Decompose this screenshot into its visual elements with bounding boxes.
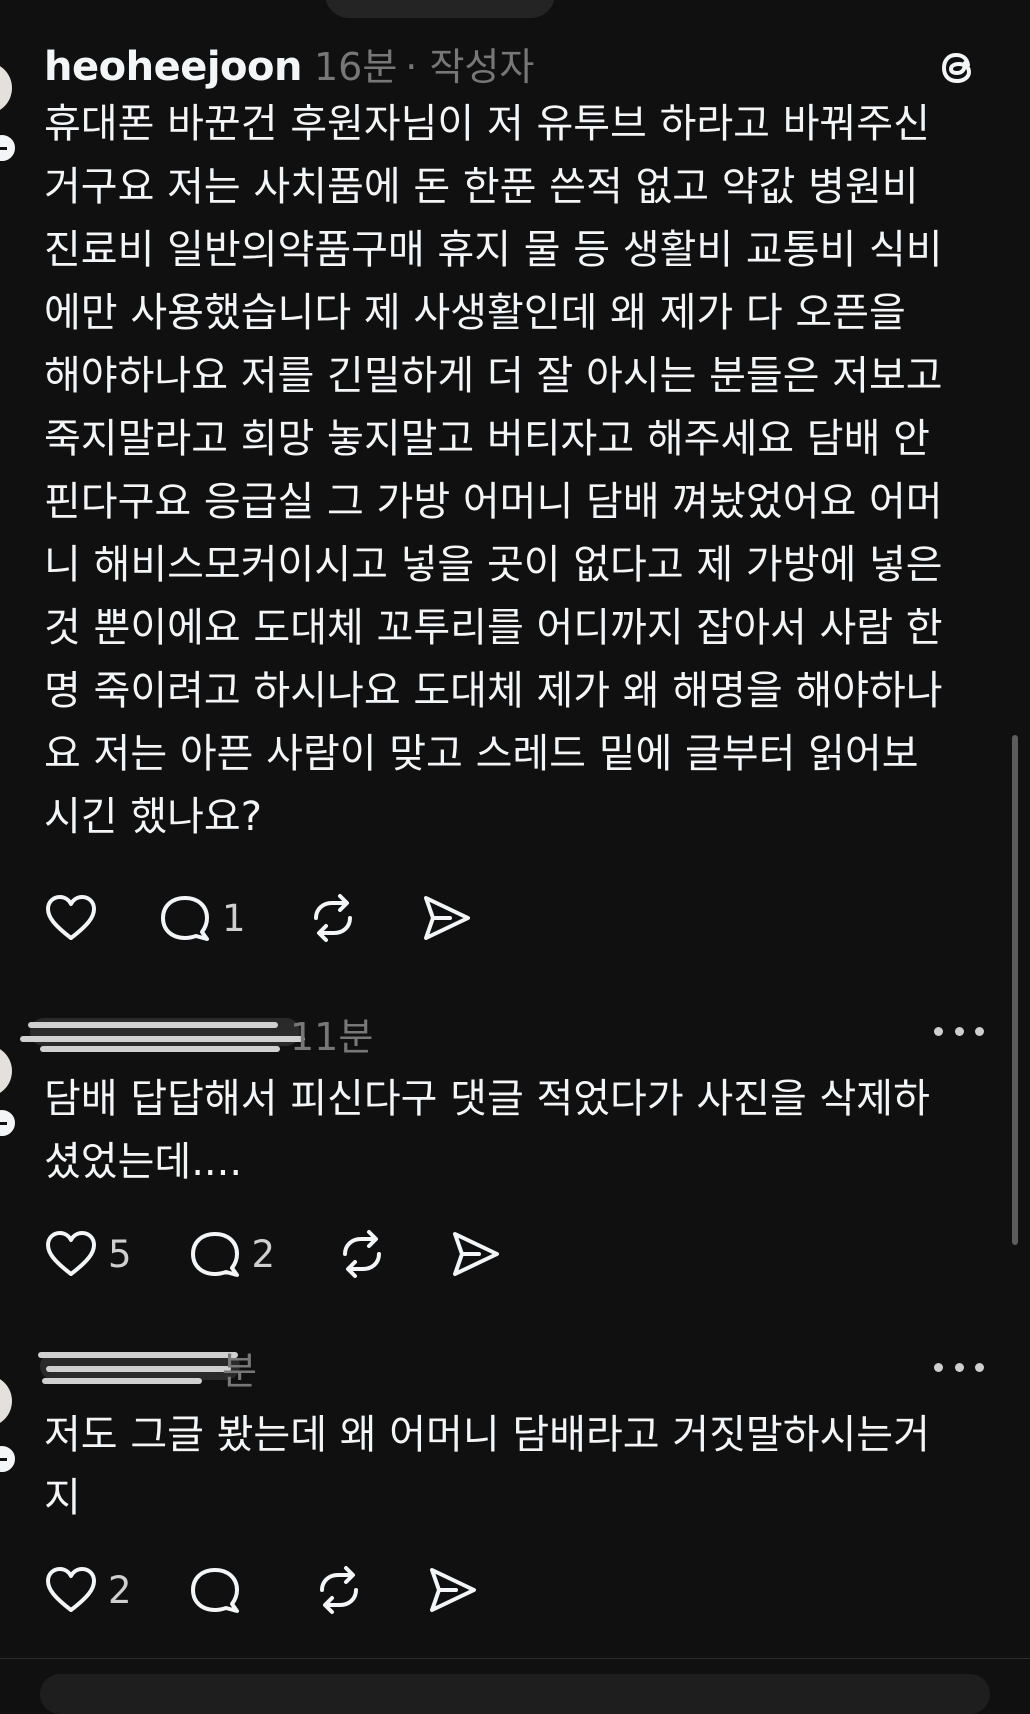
- repost-button[interactable]: [335, 1228, 389, 1280]
- comment-body: 저도 그글 봤는데 왜 어머니 담배라고 거짓말하시는거 지: [44, 1412, 930, 1521]
- comment-time: 11분: [290, 1015, 374, 1059]
- reply-composer-bar[interactable]: [40, 1674, 990, 1714]
- repost-icon: [313, 894, 352, 942]
- repost-button[interactable]: [312, 1564, 366, 1616]
- comment-time: 분: [222, 1349, 257, 1393]
- follow-plus-icon[interactable]: [0, 1443, 18, 1475]
- heart-icon: [46, 1231, 96, 1276]
- redaction-scribble: [28, 1022, 278, 1028]
- reply-count: 1: [222, 896, 246, 940]
- heart-icon: [46, 1567, 96, 1612]
- avatar[interactable]: [0, 1375, 12, 1427]
- username[interactable]: heoheejoon: [44, 44, 302, 90]
- comment-header: 분: [222, 1340, 257, 1393]
- divider: [0, 1658, 1030, 1659]
- post-header: heoheejoon 16분 · 작성자: [44, 36, 534, 90]
- comment-body: 담배 답답해서 피신다구 댓글 적었다가 사진을 삭제하 셨었는데....: [44, 1076, 930, 1185]
- share-send-icon: [429, 1568, 476, 1612]
- more-options-icon[interactable]: [934, 1024, 984, 1038]
- like-button[interactable]: [44, 893, 108, 943]
- redaction-scribble: [40, 1046, 280, 1052]
- more-options-icon[interactable]: [934, 1360, 984, 1374]
- reply-button[interactable]: [188, 1564, 252, 1616]
- reply-button[interactable]: 1: [158, 892, 246, 944]
- share-button[interactable]: [426, 1564, 480, 1616]
- share-button[interactable]: [420, 892, 474, 944]
- threads-logo[interactable]: [935, 44, 983, 92]
- repost-icon: [319, 1566, 358, 1614]
- avatar[interactable]: [0, 62, 12, 114]
- like-button[interactable]: 2: [44, 1565, 132, 1615]
- comment-actions: 2: [44, 1562, 540, 1618]
- heart-icon: [46, 895, 96, 940]
- redaction-scribble: [38, 1352, 238, 1358]
- like-count: 5: [108, 1232, 132, 1276]
- share-send-icon: [423, 896, 470, 940]
- like-button[interactable]: 5: [44, 1229, 132, 1279]
- comment-bubble-icon: [190, 1568, 239, 1613]
- dynamic-island: [325, 0, 555, 18]
- author-tag: · 작성자: [405, 45, 535, 89]
- post-body: 휴대폰 바꾼건 후원자님이 저 유투브 하라고 바꿔주신 거구요 저는 사치품에…: [44, 101, 943, 840]
- comment-bubble-icon: [161, 896, 209, 941]
- reply-count: 2: [251, 1232, 276, 1276]
- scrollbar[interactable]: [1012, 735, 1018, 1245]
- avatar[interactable]: [0, 1045, 12, 1097]
- like-count: 2: [108, 1568, 132, 1612]
- follow-plus-icon[interactable]: [0, 132, 18, 164]
- comment-bubble-icon: [190, 1232, 239, 1277]
- repost-button[interactable]: [306, 892, 360, 944]
- redaction-scribble: [20, 1036, 305, 1042]
- reply-button[interactable]: 2: [188, 1228, 276, 1280]
- redaction-scribble: [42, 1378, 202, 1384]
- follow-plus-icon[interactable]: [0, 1107, 18, 1139]
- post-actions: 1: [44, 890, 534, 946]
- comment-actions: 5 2: [44, 1226, 563, 1282]
- repost-icon: [343, 1230, 382, 1278]
- redaction-scribble: [46, 1366, 231, 1372]
- share-send-icon: [453, 1232, 500, 1276]
- comment-header: 11분: [290, 1006, 373, 1059]
- post-time: 16분: [313, 45, 398, 89]
- share-button[interactable]: [449, 1228, 503, 1280]
